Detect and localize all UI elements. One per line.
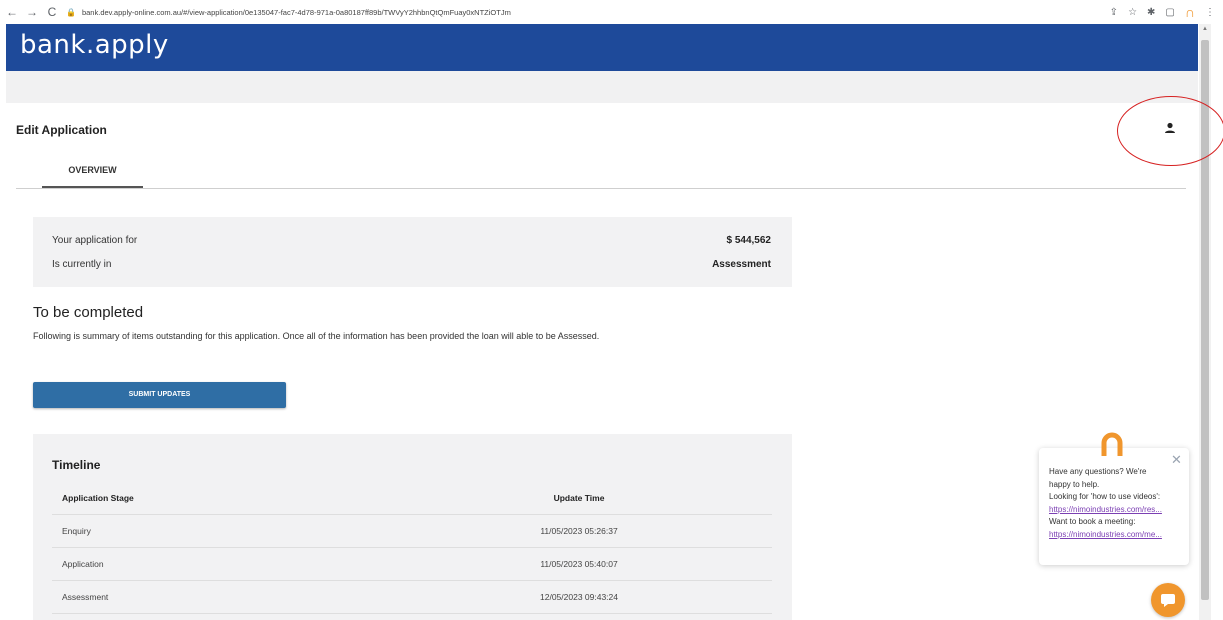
application-summary: Your application for $ 544,562 Is curren… bbox=[33, 217, 792, 287]
column-header-stage: Application Stage bbox=[62, 493, 134, 503]
brand-logo[interactable]: bank.apply bbox=[20, 30, 169, 60]
timeline-table: Application Stage Update Time Enquiry 11… bbox=[52, 482, 772, 614]
app-header: bank.apply bbox=[6, 24, 1198, 71]
submit-updates-button[interactable]: SUBMIT UPDATES bbox=[33, 382, 286, 408]
stage-cell: Assessment bbox=[62, 592, 109, 602]
chat-line: Looking for 'how to use videos': bbox=[1049, 492, 1161, 501]
timeline-card: Timeline Application Stage Update Time E… bbox=[33, 434, 792, 620]
table-header-row: Application Stage Update Time bbox=[52, 482, 772, 515]
scroll-up-icon[interactable]: ▲ bbox=[1202, 26, 1208, 32]
videos-link[interactable]: https://nimoindustries.com/res... bbox=[1049, 504, 1183, 517]
menu-dots-icon[interactable]: ⋮ bbox=[1205, 7, 1215, 18]
status-label: Is currently in bbox=[52, 259, 112, 270]
to-be-completed-heading: To be completed bbox=[33, 304, 144, 321]
chat-popup: Have any questions? We're happy to help.… bbox=[1039, 448, 1189, 565]
stage-cell: Application bbox=[62, 559, 104, 569]
annotation-circle bbox=[1117, 96, 1223, 166]
table-row: Enquiry 11/05/2023 05:26:37 bbox=[52, 515, 772, 548]
table-row: Application 11/05/2023 05:40:07 bbox=[52, 548, 772, 581]
update-time-cell: 11/05/2023 05:26:37 bbox=[540, 526, 618, 536]
back-icon[interactable]: ← bbox=[4, 5, 20, 19]
chat-line: Want to book a meeting: bbox=[1049, 517, 1136, 526]
chat-bubble-icon bbox=[1161, 594, 1175, 607]
extensions-puzzle-icon[interactable]: ✱ bbox=[1147, 7, 1155, 18]
reload-icon[interactable]: C bbox=[44, 5, 60, 19]
application-amount: $ 544,562 bbox=[726, 235, 772, 246]
close-icon[interactable]: ✕ bbox=[1171, 452, 1182, 468]
column-header-update-time: Update Time bbox=[553, 493, 605, 503]
url-text: bank.dev.apply-online.com.au/#/view-appl… bbox=[81, 7, 511, 17]
update-time-cell: 12/05/2023 09:43:24 bbox=[540, 592, 618, 602]
chat-launcher-button[interactable] bbox=[1151, 583, 1185, 617]
address-bar[interactable]: 🔒 bank.dev.apply-online.com.au/#/view-ap… bbox=[66, 3, 1166, 21]
status-value: Assessment bbox=[712, 259, 771, 270]
nimo-logo-icon bbox=[1101, 432, 1123, 456]
forward-icon[interactable]: → bbox=[24, 5, 40, 19]
header-subbar bbox=[6, 71, 1198, 103]
table-row: Assessment 12/05/2023 09:43:24 bbox=[52, 581, 772, 614]
nimo-extension-icon[interactable]: ∩ bbox=[1185, 4, 1195, 20]
update-time-cell: 11/05/2023 05:40:07 bbox=[540, 559, 618, 569]
page-title: Edit Application bbox=[16, 123, 107, 137]
lock-icon: 🔒 bbox=[66, 7, 76, 17]
application-for-label: Your application for bbox=[52, 235, 138, 246]
chat-message: Have any questions? We're happy to help.… bbox=[1049, 466, 1183, 541]
stage-cell: Enquiry bbox=[62, 526, 91, 536]
bookmark-star-icon[interactable]: ☆ bbox=[1128, 7, 1137, 18]
sidepanel-icon[interactable]: ▢ bbox=[1165, 7, 1174, 18]
meeting-link[interactable]: https://nimoindustries.com/me... bbox=[1049, 529, 1183, 542]
tab-overview[interactable]: OVERVIEW bbox=[42, 157, 143, 188]
timeline-heading: Timeline bbox=[52, 458, 101, 472]
share-icon[interactable]: ⇪ bbox=[1110, 7, 1118, 18]
chat-line: Have any questions? We're bbox=[1049, 467, 1147, 476]
tabs-divider bbox=[16, 188, 1186, 189]
chat-line: happy to help. bbox=[1049, 479, 1100, 489]
to-be-completed-description: Following is summary of items outstandin… bbox=[33, 331, 600, 341]
browser-actions: ⇪ ☆ ✱ ▢ ∩ ⋮ bbox=[1110, 4, 1215, 20]
